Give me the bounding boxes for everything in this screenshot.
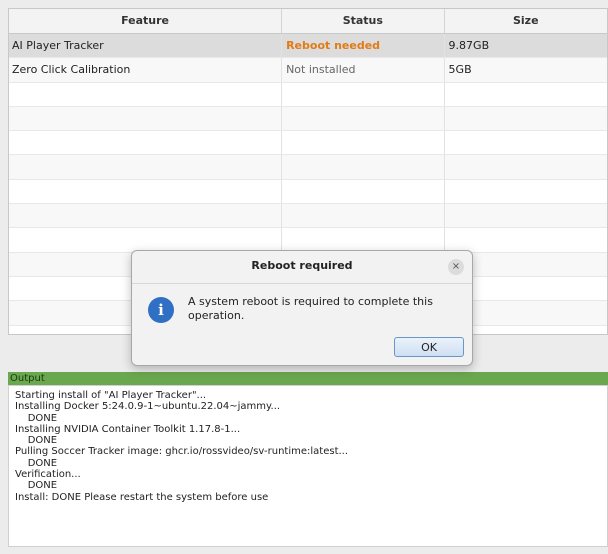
output-line: DONE [15, 457, 58, 469]
empty-row [9, 106, 607, 132]
status-cell: Not installed [282, 58, 445, 82]
empty-row [9, 204, 607, 229]
table-row[interactable]: Zero Click Calibration Not installed 5GB [9, 58, 607, 83]
output-label: Output [8, 372, 608, 385]
output-line: Pulling Soccer Tracker image: ghcr.io/ro… [15, 446, 349, 458]
empty-row [9, 179, 607, 205]
status-cell: Reboot needed [282, 34, 445, 58]
column-header-status[interactable]: Status [282, 9, 445, 33]
feature-cell: AI Player Tracker [9, 34, 283, 58]
output-line: DONE [15, 435, 58, 447]
output-line: Install: DONE Please restart the system … [15, 491, 269, 503]
empty-row [9, 155, 607, 180]
output-line: DONE [15, 412, 58, 424]
table-header: Feature Status Size [9, 9, 607, 34]
size-cell: 9.87GB [448, 39, 490, 52]
dialog-title: Reboot required [251, 259, 353, 272]
feature-cell: Zero Click Calibration [9, 58, 283, 82]
column-header-size[interactable]: Size [445, 9, 607, 33]
info-icon: i [148, 297, 174, 323]
reboot-dialog: Reboot required × i A system reboot is r… [131, 250, 473, 366]
empty-row [9, 131, 607, 156]
output-line: Verification... [15, 469, 81, 481]
output-line: Installing NVIDIA Container Toolkit 1.17… [15, 423, 241, 435]
column-header-feature[interactable]: Feature [9, 9, 283, 33]
output-line: Starting install of "AI Player Tracker".… [15, 390, 207, 401]
size-cell: 5GB [448, 63, 472, 77]
table-row[interactable]: AI Player Tracker Reboot needed 9.87GB [9, 34, 607, 59]
dialog-message: A system reboot is required to complete … [188, 295, 433, 322]
ok-button[interactable]: OK [394, 337, 464, 357]
dialog-divider [132, 283, 472, 284]
output-line: DONE [15, 480, 58, 492]
close-icon[interactable]: × [448, 259, 464, 275]
empty-row [9, 82, 607, 107]
output-log[interactable]: Starting install of "AI Player Tracker".… [8, 385, 608, 547]
output-line: Installing Docker 5:24.0.9-1~ubuntu.22.0… [15, 401, 281, 413]
